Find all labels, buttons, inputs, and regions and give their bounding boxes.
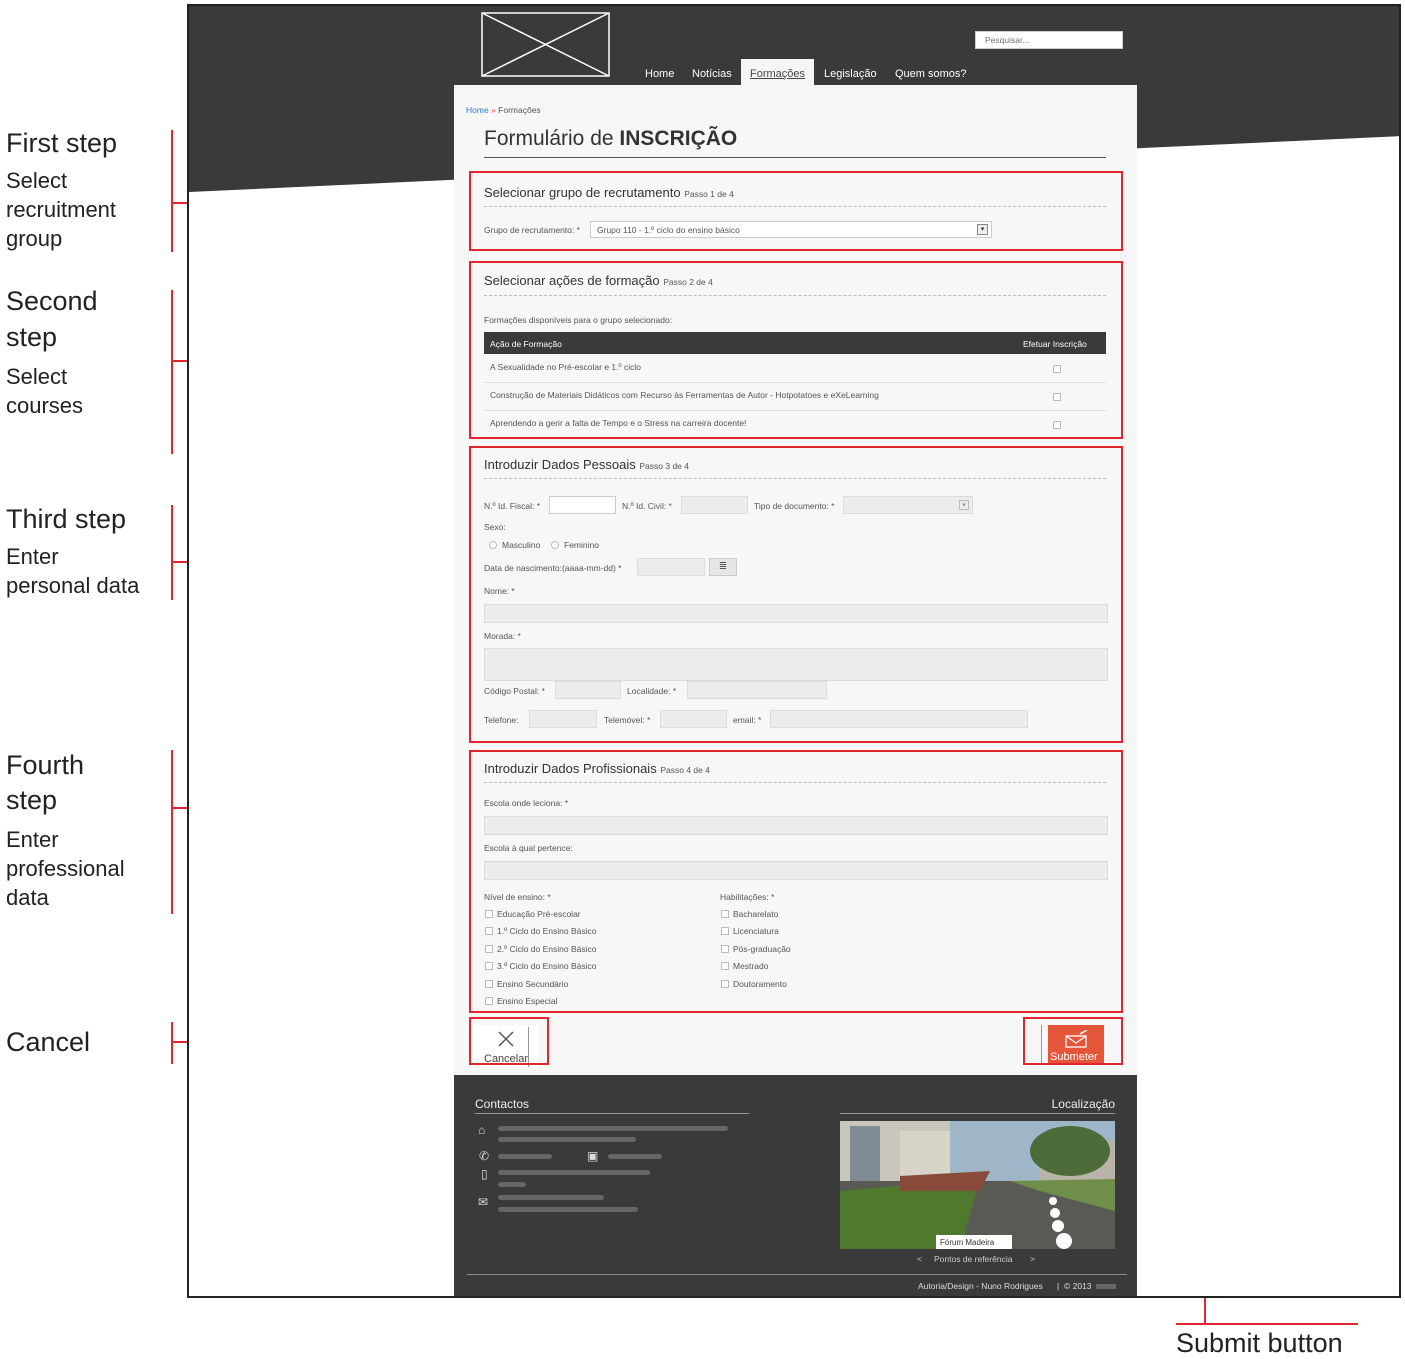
footer-location-line bbox=[840, 1113, 1115, 1114]
annotation-step3-title: Third step bbox=[6, 504, 127, 534]
redacted-email bbox=[498, 1207, 638, 1212]
footer-credits: Autoria/Design - Nuno Rodrigues bbox=[918, 1281, 1043, 1291]
redacted-fax bbox=[608, 1154, 662, 1159]
annotation-step1-line2: recruitment bbox=[6, 197, 117, 222]
annotation-step1-bracket bbox=[171, 130, 173, 252]
redacted-address-line bbox=[498, 1126, 728, 1131]
nav-noticias[interactable]: Notícias bbox=[692, 68, 732, 80]
nav-legislacao[interactable]: Legislação bbox=[824, 68, 877, 80]
highlight-step1 bbox=[469, 171, 1123, 251]
footer-separator: | bbox=[1057, 1281, 1060, 1291]
map-next[interactable]: > bbox=[1030, 1254, 1035, 1264]
annotation-step2-line2: courses bbox=[6, 393, 84, 418]
redacted-mobile bbox=[498, 1170, 650, 1175]
map-prev[interactable]: < bbox=[917, 1254, 922, 1264]
annotation-step3-bracket bbox=[171, 505, 173, 600]
annotation-step1-line1: Select bbox=[6, 168, 68, 193]
nav-home[interactable]: Home bbox=[645, 68, 674, 80]
annotation-step3-line2: personal data bbox=[6, 573, 140, 598]
annotation-step3-line1: Enter bbox=[6, 544, 59, 569]
page-title-strong: INSCRIÇÃO bbox=[619, 127, 738, 150]
annotation-step2-bracket bbox=[171, 290, 173, 454]
map-landmarks[interactable]: Pontos de referência bbox=[934, 1254, 1012, 1264]
annotation-step4-title1: Fourth bbox=[6, 750, 85, 780]
mail-icon: ✉ bbox=[478, 1195, 489, 1209]
annotation-step4-line2: professional bbox=[6, 856, 125, 881]
annotation-step4-bracket bbox=[171, 750, 173, 914]
search-input[interactable] bbox=[975, 31, 1123, 49]
highlight-step2 bbox=[469, 261, 1123, 439]
footer-copyright: © 2013 bbox=[1064, 1281, 1092, 1291]
annotation-cancel: Cancel bbox=[6, 1027, 91, 1057]
phone-icon: ✆ bbox=[479, 1149, 490, 1163]
nav-formacoes[interactable]: Formações bbox=[741, 59, 815, 86]
title-underline bbox=[484, 157, 1106, 158]
annotation-cancel-bracket bbox=[171, 1022, 173, 1064]
annotation-step4-line1: Enter bbox=[6, 827, 59, 852]
redacted-mobile bbox=[498, 1182, 526, 1187]
highlight-cancel bbox=[469, 1017, 549, 1065]
nav-quem-somos[interactable]: Quem somos? bbox=[895, 68, 967, 80]
footer: Contactos ⌂ ✆ ▣ ▯ ✉ Localização Fórum Ma… bbox=[454, 1075, 1137, 1296]
mobile-icon: ▯ bbox=[481, 1167, 488, 1181]
highlight-step3 bbox=[469, 446, 1123, 743]
map-place-label: Fórum Madeira bbox=[940, 1238, 995, 1247]
breadcrumb-home[interactable]: Home bbox=[466, 105, 489, 115]
breadcrumb-current: Formações bbox=[498, 105, 541, 115]
breadcrumb: Home » Formações bbox=[466, 105, 541, 115]
redacted-email bbox=[498, 1195, 604, 1200]
annotation-submit: Submit button bbox=[1176, 1328, 1343, 1358]
annotation-step1-title: First step bbox=[6, 128, 118, 158]
page-title: Formulário de INSCRIÇÃO bbox=[484, 127, 737, 151]
annotation-submit-underline bbox=[1176, 1323, 1358, 1325]
redacted-address-line bbox=[498, 1137, 636, 1142]
annotation-step4-title2: step bbox=[6, 785, 58, 815]
footer-divider bbox=[467, 1274, 1127, 1275]
annotation-step4-line3: data bbox=[6, 885, 49, 910]
highlight-step4 bbox=[469, 750, 1123, 1013]
footer-contacts-title: Contactos bbox=[475, 1097, 530, 1111]
annotation-step2-line1: Select bbox=[6, 364, 68, 389]
redacted-copyright-owner bbox=[1096, 1284, 1116, 1289]
home-icon: ⌂ bbox=[478, 1123, 486, 1137]
page-title-prefix: Formulário de bbox=[484, 127, 620, 150]
annotation-step2-title1: Second bbox=[6, 286, 98, 316]
redacted-phone bbox=[498, 1154, 552, 1159]
footer-location-title: Localização bbox=[1051, 1097, 1115, 1111]
breadcrumb-separator: » bbox=[491, 105, 496, 115]
annotation-step1-line3: group bbox=[6, 226, 63, 251]
annotation-step2-title2: step bbox=[6, 322, 58, 352]
logo-placeholder-icon bbox=[481, 12, 610, 77]
footer-contacts-line bbox=[475, 1113, 749, 1114]
highlight-submit bbox=[1023, 1017, 1123, 1065]
street-view-map[interactable] bbox=[840, 1121, 1115, 1249]
fax-icon: ▣ bbox=[587, 1149, 599, 1163]
